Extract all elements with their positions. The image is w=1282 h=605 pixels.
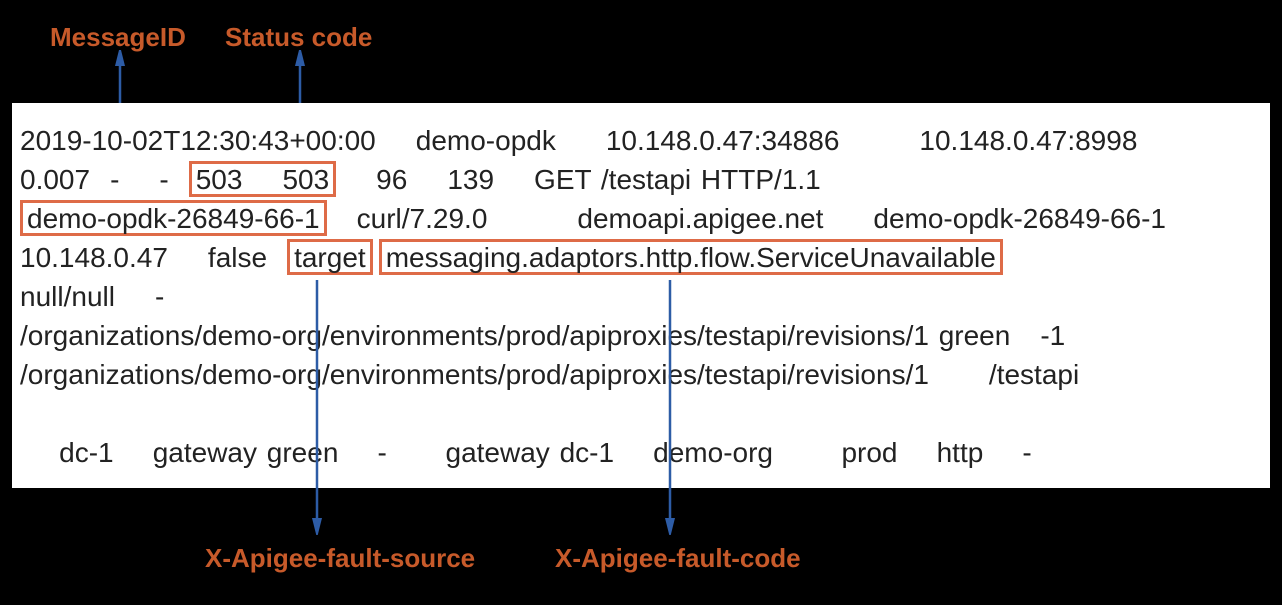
label-status-code: Status code [225, 22, 372, 53]
log-tail: dc-1 gateway green - gateway dc-1 demo-o… [59, 437, 1032, 468]
log-bytes-recv: 139 [447, 164, 494, 195]
log-fault-source: target [294, 242, 366, 273]
log-line-6: /organizations/demo-org/environments/pro… [20, 316, 1262, 355]
log-line-1: 2019-10-02T12:30:43+00:00 demo-opdk 10.148… [20, 121, 1262, 160]
log-request: GET /testapi HTTP/1.1 [534, 164, 821, 195]
log-nullnull: null/null [20, 281, 115, 312]
log-status2: 503 [282, 164, 329, 195]
log-host: demoapi.apigee.net [577, 203, 823, 234]
log-basepath: /testapi [989, 359, 1079, 390]
log-message-id: demo-opdk-26849-66-1 [27, 203, 320, 234]
log-line-4: 10.148.0.47 false target messaging.adaptors… [20, 238, 1262, 277]
log-dash3: - [155, 281, 164, 312]
log-timestamp: 2019-10-02T12:30:43+00:00 [20, 125, 376, 156]
log-ip: 10.148.0.47 [20, 242, 168, 273]
log-fault-code: messaging.adaptors.http.flow.ServiceUnav… [386, 242, 996, 273]
log-user-agent: curl/7.29.0 [357, 203, 488, 234]
label-fault-source: X-Apigee-fault-source [205, 543, 475, 574]
log-line-2: 0.007--50350396139GET /testapi HTTP/1.1 [20, 160, 1262, 199]
log-dash1: - [110, 164, 119, 195]
log-bytes-sent: 96 [376, 164, 407, 195]
arrow-status-code [290, 50, 310, 105]
log-elapsed: 0.007 [20, 164, 90, 195]
fault-code-highlight: messaging.adaptors.http.flow.ServiceUnav… [379, 239, 1003, 275]
log-message-id-repeat: demo-opdk-26849-66-1 [873, 203, 1166, 234]
log-line-7: /organizations/demo-org/environments/pro… [20, 355, 1262, 394]
log-path2: /organizations/demo-org/environments/pro… [20, 359, 929, 390]
log-panel: 2019-10-02T12:30:43+00:00 demo-opdk 10.148… [12, 103, 1270, 488]
message-id-highlight: demo-opdk-26849-66-1 [20, 200, 327, 236]
log-server-addr: 10.148.0.47:8998 [919, 125, 1137, 156]
log-line-8: dc-1 gateway green - gateway dc-1 demo-o… [20, 394, 1262, 511]
log-line-3: demo-opdk-26849-66-1 curl/7.29.0 demoapi.a… [20, 199, 1262, 238]
log-secure: false [208, 242, 267, 273]
status-code-highlight: 503 503 [189, 161, 336, 197]
log-dash2: - [159, 164, 168, 195]
label-fault-code: X-Apigee-fault-code [555, 543, 801, 574]
log-status1: 503 [196, 164, 243, 195]
fault-source-highlight: target [287, 239, 373, 275]
log-line-5: null/null - [20, 277, 1262, 316]
log-neg1: -1 [1040, 320, 1065, 351]
log-path1: /organizations/demo-org/environments/pro… [20, 320, 1010, 351]
log-org: demo-opdk [416, 125, 556, 156]
label-message-id: MessageID [50, 22, 186, 53]
log-client-addr: 10.148.0.47:34886 [606, 125, 840, 156]
arrow-message-id [110, 50, 130, 105]
